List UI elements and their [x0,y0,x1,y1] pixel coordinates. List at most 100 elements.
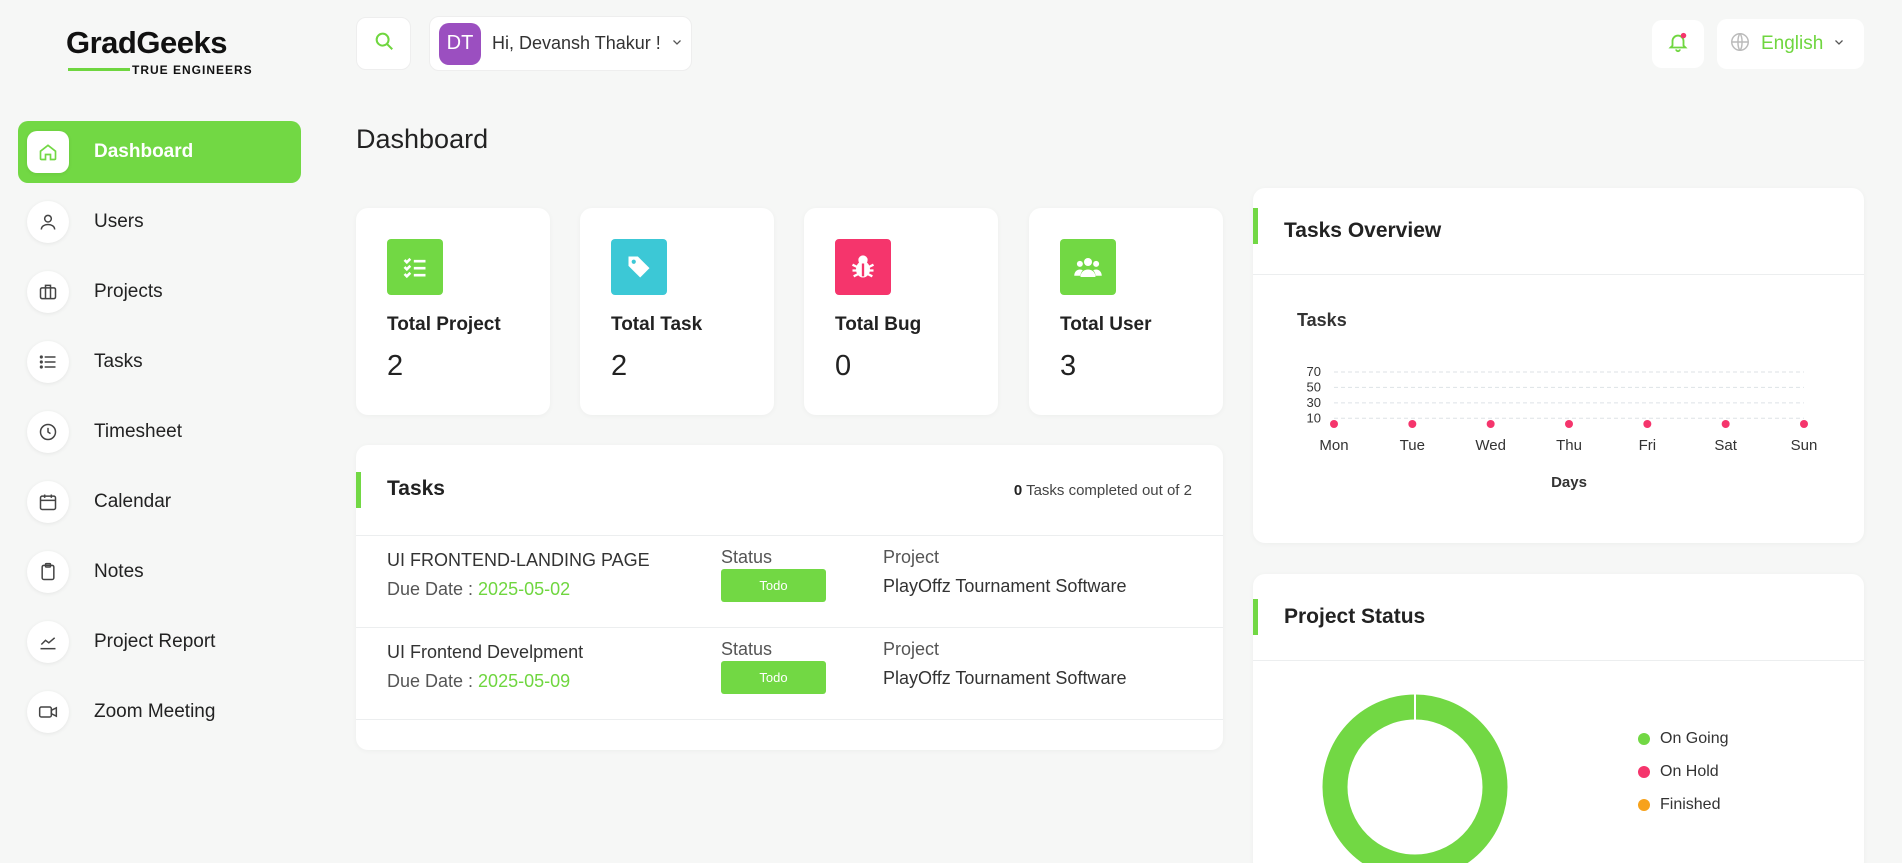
stat-value: 3 [1060,350,1077,382]
sidebar-item-projects[interactable]: Projects [18,261,301,323]
y-tick-label: 50 [1307,379,1321,394]
donut-slice [1322,694,1508,863]
avatar: DT [439,22,481,65]
sidebar-item-timesheet[interactable]: Timesheet [18,401,301,463]
status-badge[interactable]: Todo [721,661,826,694]
sidebar-nav: Dashboard Users Projects Tasks Timesheet [18,121,301,751]
sidebar: GradGeeks TRUE ENGINEERS Dashboard Users… [0,0,320,863]
stat-value: 0 [835,350,852,382]
sidebar-item-label: Notes [94,561,144,582]
status-badge[interactable]: Todo [721,569,826,602]
sidebar-item-notes[interactable]: Notes [18,541,301,603]
brand-tagline: TRUE ENGINEERS [132,63,253,77]
legend-dot [1638,732,1650,745]
sidebar-item-dashboard[interactable]: Dashboard [18,121,301,183]
stat-label: Total Bug [835,314,922,335]
sidebar-item-label: Tasks [94,351,143,372]
legend-item[interactable]: On Hold [1638,755,1728,788]
x-tick-label: Mon [1319,437,1348,454]
table-row[interactable]: UI FRONTEND-LANDING PAGE Due Date : 2025… [356,536,1223,628]
table-row[interactable]: UI Frontend Develpment Due Date : 2025-0… [356,628,1223,720]
data-point [1408,420,1417,428]
stat-card-total-user[interactable]: Total User 3 [1029,208,1223,415]
y-tick-label: 70 [1307,364,1321,379]
bell-icon [1667,31,1689,58]
users-icon [1060,239,1116,295]
page-title: Dashboard [356,124,489,154]
x-tick-label: Sat [1714,437,1737,454]
language-label: English [1761,33,1824,54]
project-name[interactable]: PlayOffz Tournament Software [883,668,1126,689]
notifications-button[interactable] [1652,20,1704,68]
divider [356,719,1223,720]
user-menu[interactable]: DT Hi, Devansh Thakur ! [429,16,692,71]
legend-label: Finished [1660,795,1721,813]
tasks-completed-summary: 0 Tasks completed out of 2 [1013,482,1192,499]
project-label: Project [883,547,940,567]
clock-icon [27,411,69,453]
card-accent [356,472,361,508]
data-point [1486,420,1495,428]
legend-dot [1638,765,1650,778]
legend-item[interactable]: On Going [1638,722,1728,755]
x-tick-label: Sun [1791,437,1818,454]
stat-label: Total Task [611,314,703,335]
chart-legend: On Going On Hold Finished [1638,722,1728,821]
project-status-card: Project Status On Going On Hold Finished [1253,574,1864,863]
tasks-card: Tasks 0 Tasks completed out of 2 UI FRON… [356,445,1223,750]
sidebar-item-tasks[interactable]: Tasks [18,331,301,393]
y-tick-label: 30 [1307,395,1321,410]
briefcase-icon [27,271,69,313]
sidebar-item-label: Zoom Meeting [94,701,216,722]
sidebar-item-label: Calendar [94,491,172,512]
x-tick-label: Wed [1475,437,1506,454]
user-icon [27,201,69,243]
stat-card-total-project[interactable]: Total Project 2 [356,208,550,415]
tasks-title: Tasks [387,477,445,500]
legend-dot [1638,798,1650,811]
legend-label: On Going [1660,729,1729,747]
task-name[interactable]: UI FRONTEND-LANDING PAGE [387,550,650,571]
sidebar-item-users[interactable]: Users [18,191,301,253]
sidebar-item-zoom-meeting[interactable]: Zoom Meeting [18,681,301,743]
search-icon [373,30,395,57]
brand-logo[interactable]: GradGeeks TRUE ENGINEERS [66,25,256,78]
task-name[interactable]: UI Frontend Develpment [387,642,583,663]
stat-card-total-bug[interactable]: Total Bug 0 [804,208,998,415]
chevron-down-icon [671,35,683,53]
stat-value: 2 [611,350,628,382]
stat-value: 2 [387,350,404,382]
sidebar-item-label: Dashboard [94,141,194,162]
project-status-donut [1322,693,1508,863]
stat-label: Total User [1060,314,1152,335]
user-greeting: Hi, Devansh Thakur ! [492,33,661,53]
tasks-overview-card: Tasks Overview Tasks Days 10 30 50 70 Mon Tu… [1253,188,1864,543]
data-point [1643,420,1652,428]
tasks-chart: Tasks Days 10305070 Mon Tue Wed Thu Fri Sat Su… [1297,310,1818,491]
data-point [1565,420,1573,428]
sidebar-item-project-report[interactable]: Project Report [18,611,301,673]
checklist-icon [387,239,443,295]
brand-name: GradGeeks [66,25,227,60]
calendar-icon [27,481,69,523]
chart-xlabel: Days [1551,474,1587,491]
search-button[interactable] [356,17,411,70]
language-selector[interactable]: English [1717,19,1864,69]
legend-label: On Hold [1660,762,1719,780]
sidebar-item-label: Projects [94,281,163,302]
video-icon [27,691,69,733]
tag-icon [611,239,667,295]
clipboard-icon [27,551,69,593]
chart-title: Tasks [1297,310,1347,330]
stat-card-total-task[interactable]: Total Task 2 [580,208,774,415]
stat-label: Total Project [387,314,501,335]
legend-item[interactable]: Finished [1638,788,1728,821]
project-label: Project [883,639,940,659]
project-name[interactable]: PlayOffz Tournament Software [883,576,1126,597]
task-due-date: Due Date : 2025-05-02 [387,579,571,599]
sidebar-item-label: Users [94,211,144,232]
home-icon [27,131,69,173]
status-label: Status [721,639,773,659]
chevron-down-icon [1833,35,1845,53]
sidebar-item-calendar[interactable]: Calendar [18,471,301,533]
